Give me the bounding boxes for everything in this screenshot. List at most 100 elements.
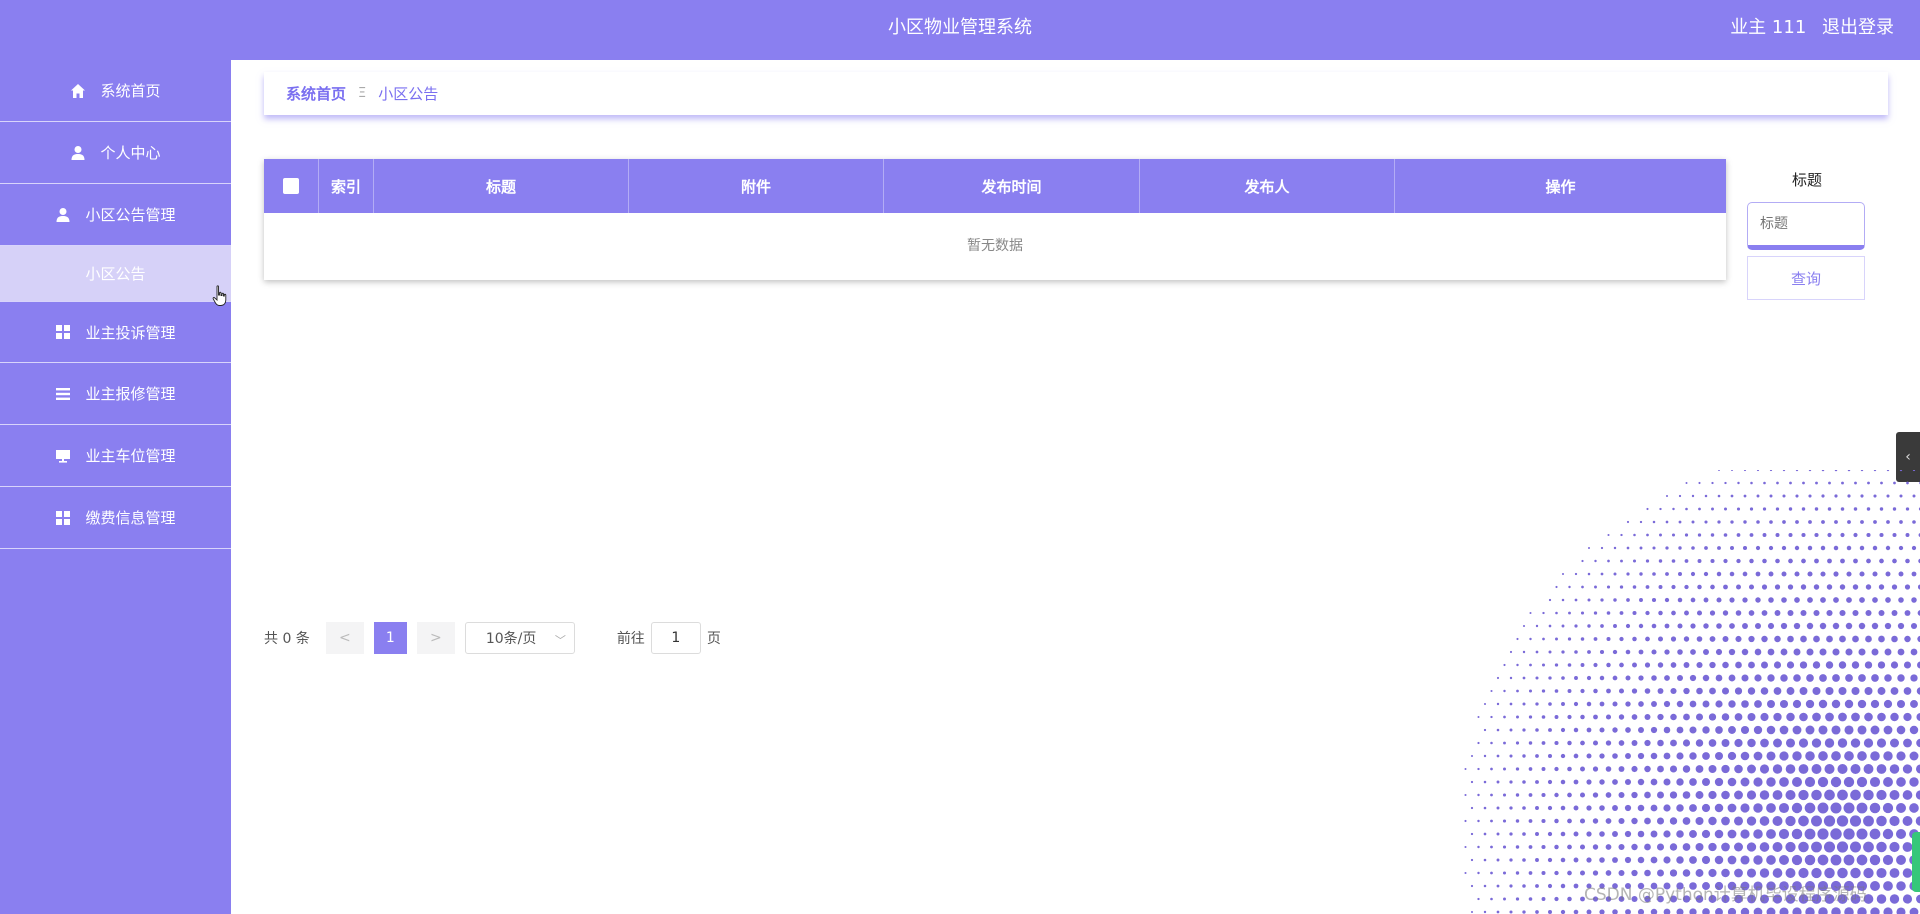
halftone-dot xyxy=(1850,789,1861,801)
halftone-dot xyxy=(1658,585,1663,589)
halftone-dot xyxy=(1509,832,1513,836)
halftone-dot xyxy=(1657,713,1664,721)
user-icon xyxy=(70,145,86,161)
halftone-dot xyxy=(1619,585,1624,589)
halftone-dot xyxy=(1840,532,1845,538)
halftone-dot xyxy=(1618,714,1625,720)
halftone-dot xyxy=(1773,661,1782,669)
halftone-dot xyxy=(1592,870,1599,876)
halftone-dot xyxy=(1792,907,1802,914)
halftone-dot xyxy=(1727,777,1737,787)
sidebar-item-payment-management[interactable]: 缴费信息管理 xyxy=(0,487,231,549)
halftone-dot xyxy=(1567,740,1572,746)
halftone-dot xyxy=(1792,777,1802,787)
halftone-dot xyxy=(1872,545,1878,551)
halftone-dot xyxy=(1522,780,1526,784)
halftone-dot xyxy=(1535,624,1539,628)
halftone-dot xyxy=(1847,494,1851,498)
logout-button[interactable]: 退出登录 xyxy=(1822,17,1894,38)
next-page-button[interactable]: > xyxy=(416,622,455,654)
halftone-dot xyxy=(1811,841,1822,853)
halftone-dot xyxy=(1580,714,1585,720)
halftone-dot xyxy=(1721,713,1730,721)
halftone-dot xyxy=(1645,610,1650,616)
halftone-dot xyxy=(1637,752,1645,760)
halftone-dot xyxy=(1593,611,1598,615)
halftone-dot xyxy=(1841,481,1844,485)
sidebar-item-parking-management[interactable]: 业主车位管理 xyxy=(0,425,231,487)
sidebar-item-home[interactable]: 系统首页 xyxy=(0,60,231,122)
halftone-dot xyxy=(1794,597,1800,603)
halftone-dot xyxy=(1554,818,1559,824)
sidebar-subitem-notice[interactable]: 小区公告 xyxy=(0,246,231,302)
halftone-dot xyxy=(1834,470,1838,472)
halftone-dot xyxy=(1496,806,1500,810)
halftone-dot xyxy=(1876,841,1887,853)
sidebar-item-repair-management[interactable]: 业主报修管理 xyxy=(0,363,231,425)
halftone-dot xyxy=(1651,675,1657,681)
halftone-dot xyxy=(1560,883,1566,889)
halftone-dot xyxy=(1753,855,1763,865)
halftone-dot xyxy=(1898,571,1904,577)
halftone-dot xyxy=(1709,636,1716,642)
goto-page-input[interactable] xyxy=(650,622,701,654)
halftone-dot xyxy=(1586,831,1592,837)
halftone-dot xyxy=(1560,753,1566,759)
breadcrumb-home-link[interactable]: 系统首页 xyxy=(286,83,346,104)
halftone-dot xyxy=(1593,637,1598,641)
halftone-dot xyxy=(1554,715,1559,719)
halftone-dot xyxy=(1909,725,1919,735)
halftone-dot xyxy=(1768,571,1774,577)
breadcrumb-current: 小区公告 xyxy=(378,85,439,103)
halftone-dot xyxy=(1548,624,1552,628)
halftone-dot xyxy=(1496,910,1500,914)
halftone-dot xyxy=(1703,571,1709,577)
halftone-dot xyxy=(1535,754,1539,758)
halftone-dot xyxy=(1792,725,1802,735)
halftone-dot xyxy=(1567,637,1572,641)
halftone-dot xyxy=(1548,702,1552,706)
sidebar-item-complaint-management[interactable]: 业主投诉管理 xyxy=(0,302,231,363)
halftone-dot xyxy=(1772,764,1783,774)
halftone-dot xyxy=(1682,843,1691,851)
halftone-dot xyxy=(1847,520,1851,524)
halftone-dot xyxy=(1554,792,1559,798)
halftone-dot xyxy=(1612,857,1618,863)
halftone-dot xyxy=(1708,764,1717,774)
halftone-dot xyxy=(1464,871,1467,875)
prev-page-button[interactable]: < xyxy=(325,622,364,654)
halftone-dot xyxy=(1899,494,1903,498)
halftone-dot xyxy=(1775,558,1780,564)
halftone-dot xyxy=(1883,751,1893,761)
halftone-dot xyxy=(1722,636,1729,642)
halftone-dot xyxy=(1599,675,1605,681)
page-number-button[interactable]: 1 xyxy=(373,622,407,654)
halftone-dot xyxy=(1769,494,1773,498)
halftone-dot xyxy=(1879,507,1884,511)
halftone-dot xyxy=(1587,624,1591,628)
halftone-dot xyxy=(1631,869,1638,877)
sidebar-item-notice-management[interactable]: 小区公告管理 xyxy=(0,184,231,246)
sidebar-item-profile[interactable]: 个人中心 xyxy=(0,122,231,184)
select-all-checkbox[interactable] xyxy=(283,178,299,194)
halftone-dot xyxy=(1515,793,1520,797)
halftone-dot xyxy=(1672,507,1675,511)
halftone-dot xyxy=(1788,532,1793,538)
halftone-dot xyxy=(1676,908,1684,914)
halftone-dot xyxy=(1605,792,1612,798)
halftone-dot xyxy=(1685,507,1688,511)
halftone-dot xyxy=(1767,674,1775,682)
halftone-dot xyxy=(1548,650,1552,654)
halftone-dot xyxy=(1819,622,1827,630)
page-size-select[interactable]: 10条/页 ﹀ xyxy=(464,622,575,654)
halftone-dot xyxy=(1735,635,1742,643)
halftone-dot xyxy=(1670,636,1677,642)
title-search-input[interactable] xyxy=(1747,202,1865,250)
halftone-dot xyxy=(1663,830,1671,838)
query-button[interactable]: 查询 xyxy=(1747,256,1865,300)
halftone-dot xyxy=(1883,725,1893,735)
halftone-dot xyxy=(1749,558,1754,564)
halftone-dot xyxy=(1496,702,1500,706)
halftone-dot xyxy=(1892,558,1897,564)
halftone-dot xyxy=(1727,803,1737,813)
